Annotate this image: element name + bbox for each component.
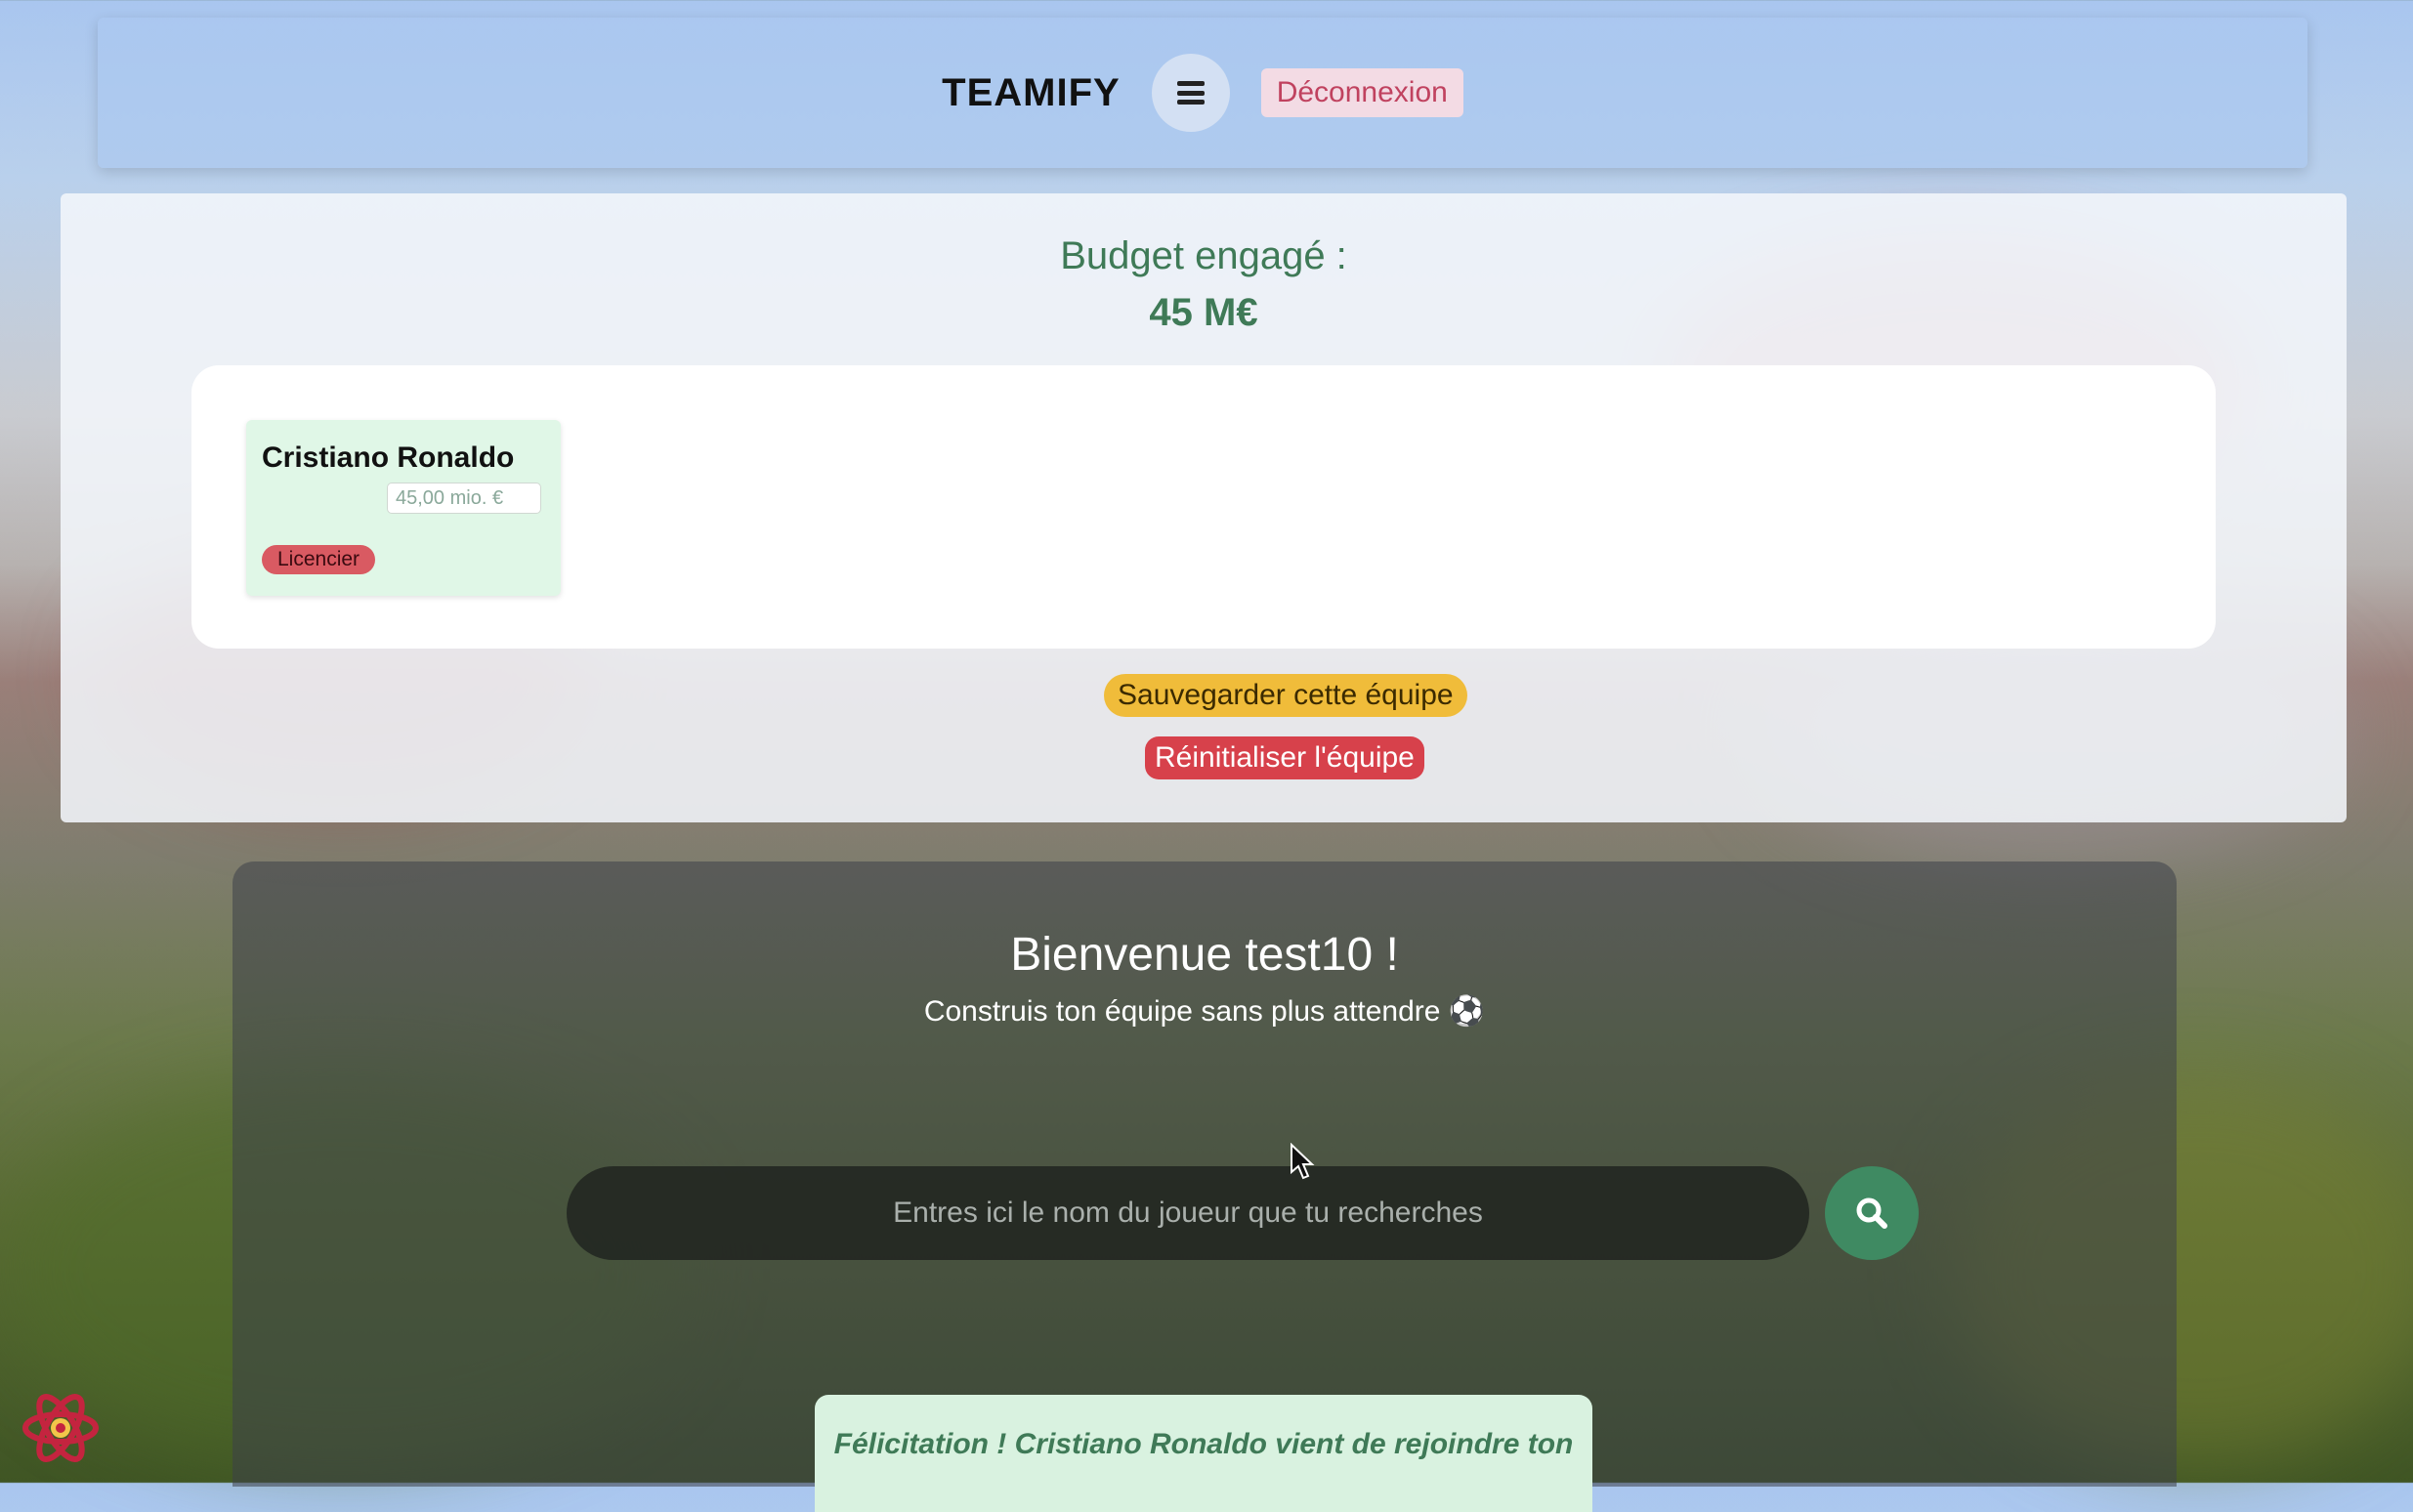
navbar: TEAMIFY Déconnexion bbox=[98, 18, 2307, 168]
toast-message: Félicitation ! Cristiano Ronaldo vient d… bbox=[833, 1428, 1574, 1460]
fire-player-button[interactable]: Licencier bbox=[262, 545, 376, 574]
team-list: Cristiano Ronaldo 45,00 mio. € Licencier bbox=[191, 365, 2216, 649]
brand-logo[interactable]: TEAMIFY bbox=[942, 71, 1121, 115]
budget-panel: Budget engagé : 45 M€ Cristiano Ronaldo … bbox=[61, 193, 2347, 822]
notification-toast: Félicitation ! Cristiano Ronaldo vient d… bbox=[815, 1395, 1592, 1512]
player-search-input[interactable] bbox=[567, 1166, 1809, 1260]
player-price: 45,00 mio. € bbox=[387, 483, 541, 514]
logout-button[interactable]: Déconnexion bbox=[1260, 68, 1463, 117]
player-name: Cristiano Ronaldo bbox=[262, 441, 515, 474]
welcome-heading: Bienvenue test10 ! bbox=[1010, 929, 1399, 981]
budget-label: Budget engagé : bbox=[1060, 234, 1347, 277]
reset-team-button[interactable]: Réinitialiser l'équipe bbox=[1145, 736, 1424, 779]
search-button[interactable] bbox=[1825, 1166, 1919, 1260]
welcome-tagline: Construis ton équipe sans plus attendre … bbox=[923, 995, 1486, 1028]
search-icon bbox=[1856, 1197, 1887, 1229]
mouse-cursor-icon bbox=[1291, 1143, 1315, 1180]
hero-panel: Bienvenue test10 ! Construis ton équipe … bbox=[233, 861, 2177, 1512]
hamburger-menu-icon bbox=[1176, 81, 1205, 105]
player-card: Cristiano Ronaldo 45,00 mio. € Licencier bbox=[246, 420, 561, 596]
budget-value: 45 M€ bbox=[1149, 291, 1258, 334]
react-logo-icon[interactable] bbox=[20, 1387, 102, 1469]
save-team-button[interactable]: Sauvegarder cette équipe bbox=[1104, 674, 1467, 717]
menu-button[interactable] bbox=[1151, 54, 1230, 132]
